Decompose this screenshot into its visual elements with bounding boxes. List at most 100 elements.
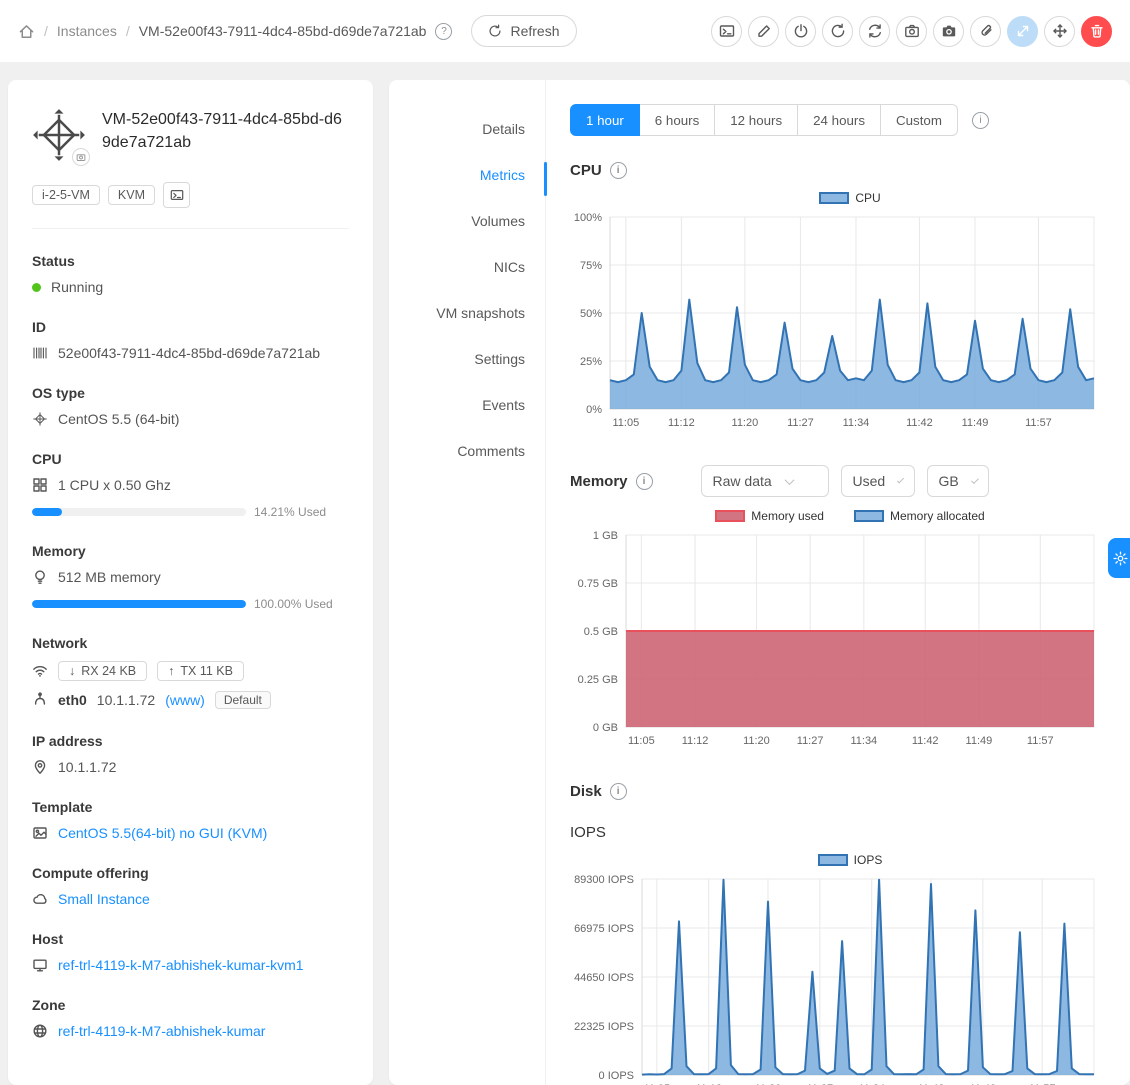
stop-button[interactable] <box>785 16 816 47</box>
metrics-content: 1 hour 6 hours 12 hours 24 hours Custom … <box>546 80 1130 1085</box>
paperclip-icon <box>978 23 994 39</box>
svg-text:11:49: 11:49 <box>966 735 993 747</box>
tab-vm-snapshots[interactable]: VM snapshots <box>389 290 545 336</box>
breadcrumb-instances[interactable]: Instances <box>57 23 117 39</box>
status-value: Running <box>51 279 103 295</box>
offering-link[interactable]: Small Instance <box>58 891 150 907</box>
svg-text:11:12: 11:12 <box>682 735 709 747</box>
svg-text:0 GB: 0 GB <box>593 722 618 734</box>
nic-ip: 10.1.1.72 <box>97 692 155 708</box>
info-icon: i <box>972 112 989 129</box>
refresh-label: Refresh <box>510 23 559 39</box>
field-label: OS type <box>32 385 349 401</box>
field-id: ID 52e00f43-7911-4dc4-85bd-d69de7a721ab <box>32 319 349 361</box>
status-dot-running <box>32 283 41 292</box>
snapshot-button[interactable] <box>896 16 927 47</box>
gear-icon <box>1113 551 1128 566</box>
destroy-button[interactable] <box>1081 16 1112 47</box>
change-icon-badge[interactable] <box>72 148 90 166</box>
detail-tabs: Details Metrics Volumes NICs VM snapshot… <box>389 80 546 1085</box>
instance-summary-card: VM-52e00f43-7911-4dc4-85bd-d69de7a721ab … <box>8 80 373 1085</box>
rx-button[interactable]: ↓ RX 24 KB <box>58 661 147 681</box>
field-host: Host ref-trl-4119-k-M7-abhishek-kumar-kv… <box>32 931 349 973</box>
tab-nics[interactable]: NICs <box>389 244 545 290</box>
barcode-icon <box>32 345 48 361</box>
field-status: Status Running <box>32 253 349 295</box>
memory-section-title: Memory <box>570 473 628 490</box>
refresh-button[interactable]: Refresh <box>471 15 576 47</box>
time-range-group: 1 hour 6 hours 12 hours 24 hours Custom <box>570 104 958 136</box>
field-label: Compute offering <box>32 865 349 881</box>
default-tag: Default <box>215 691 271 709</box>
reinstall-button[interactable] <box>859 16 890 47</box>
edit-button[interactable] <box>748 16 779 47</box>
host-monitor-icon <box>32 957 48 973</box>
svg-text:11:27: 11:27 <box>787 417 814 429</box>
field-template: Template CentOS 5.5(64-bit) no GUI (KVM) <box>32 799 349 841</box>
os-logo <box>32 108 86 162</box>
field-ip: IP address 10.1.1.72 <box>32 733 349 775</box>
time-range-24hours[interactable]: 24 hours <box>798 104 881 136</box>
memory-unit-select[interactable]: GB <box>927 465 989 497</box>
time-range-custom[interactable]: Custom <box>881 104 958 136</box>
memory-used-swatch <box>715 510 745 522</box>
select-value: Raw data <box>713 473 772 489</box>
zone-link[interactable]: ref-trl-4119-k-M7-abhishek-kumar <box>58 1023 265 1039</box>
console-mini-button[interactable] <box>163 182 190 208</box>
migrate-button[interactable] <box>1044 16 1075 47</box>
console-button[interactable] <box>711 16 742 47</box>
tx-button[interactable]: ↑ TX 11 KB <box>157 661 244 681</box>
home-icon[interactable] <box>18 23 35 40</box>
field-label: IP address <box>32 733 349 749</box>
tab-settings[interactable]: Settings <box>389 336 545 382</box>
memory-allocated-swatch <box>854 510 884 522</box>
tab-events[interactable]: Events <box>389 382 545 428</box>
tab-metrics[interactable]: Metrics <box>389 152 545 198</box>
tab-details[interactable]: Details <box>389 106 545 152</box>
trash-icon <box>1089 23 1105 39</box>
svg-text:11:20: 11:20 <box>732 417 759 429</box>
svg-text:11:57: 11:57 <box>1025 417 1052 429</box>
tab-comments[interactable]: Comments <box>389 428 545 474</box>
theme-settings-button[interactable] <box>1108 538 1130 578</box>
svg-text:11:34: 11:34 <box>843 417 870 429</box>
bulb-icon <box>32 569 48 585</box>
memory-metric-select[interactable]: Used <box>841 465 915 497</box>
template-link[interactable]: CentOS 5.5(64-bit) no GUI (KVM) <box>58 825 267 841</box>
svg-text:50%: 50% <box>580 308 602 320</box>
chevron-down-icon <box>897 476 904 483</box>
ostype-value: CentOS 5.5 (64-bit) <box>58 411 179 427</box>
volume-snapshot-button[interactable] <box>933 16 964 47</box>
svg-text:11:42: 11:42 <box>912 735 939 747</box>
disk-section-title: Disk <box>570 783 602 800</box>
attach-iso-button[interactable] <box>970 16 1001 47</box>
field-ostype: OS type CentOS 5.5 (64-bit) <box>32 385 349 427</box>
ip-value: 10.1.1.72 <box>58 759 116 775</box>
cpu-legend-label: CPU <box>855 191 880 205</box>
down-arrow-icon: ↓ <box>69 664 75 678</box>
svg-text:22325 IOPS: 22325 IOPS <box>574 1021 634 1033</box>
time-range-1hour[interactable]: 1 hour <box>570 104 640 136</box>
help-icon[interactable]: ? <box>435 23 452 40</box>
svg-text:0%: 0% <box>586 404 602 416</box>
top-bar: / Instances / VM-52e00f43-7911-4dc4-85bd… <box>0 0 1130 62</box>
reboot-button[interactable] <box>822 16 853 47</box>
time-range-12hours[interactable]: 12 hours <box>715 104 798 136</box>
svg-text:100%: 100% <box>574 212 602 224</box>
tab-volumes[interactable]: Volumes <box>389 198 545 244</box>
location-pin-icon <box>32 759 48 775</box>
host-link[interactable]: ref-trl-4119-k-M7-abhishek-kumar-kvm1 <box>58 957 304 973</box>
svg-text:0 IOPS: 0 IOPS <box>599 1070 634 1082</box>
time-range-6hours[interactable]: 6 hours <box>640 104 715 136</box>
field-label: Template <box>32 799 349 815</box>
field-offering: Compute offering Small Instance <box>32 865 349 907</box>
svg-text:11:27: 11:27 <box>797 735 824 747</box>
memory-data-select[interactable]: Raw data <box>701 465 829 497</box>
chevron-down-icon <box>784 475 794 485</box>
memory-legend: Memory used Memory allocated <box>570 509 1130 523</box>
scale-button[interactable] <box>1007 16 1038 47</box>
svg-text:1 GB: 1 GB <box>593 530 618 542</box>
cpu-legend: CPU <box>570 191 1130 205</box>
network-link[interactable]: (www) <box>165 692 205 708</box>
reload-icon <box>488 24 502 38</box>
